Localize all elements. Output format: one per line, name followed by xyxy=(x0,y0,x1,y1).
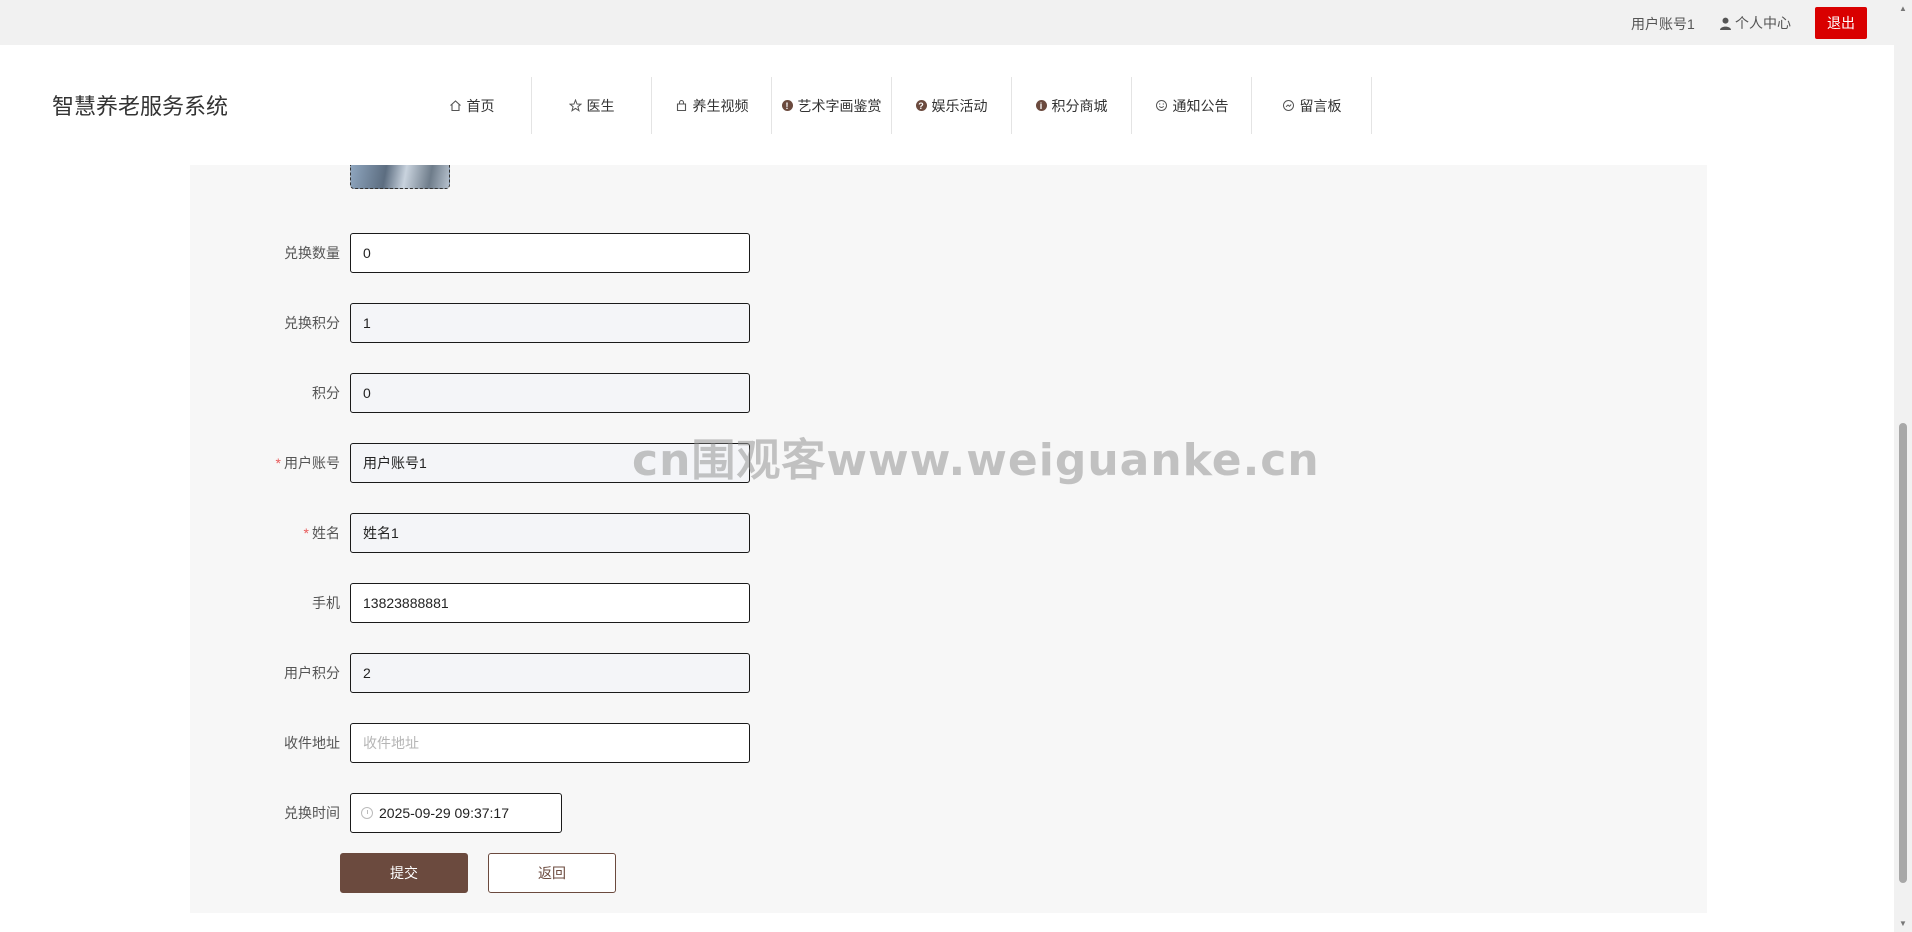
form-row-exchange-points: 兑换积分 xyxy=(190,303,790,343)
profile-link-label: 个人中心 xyxy=(1735,15,1791,31)
name-label-text: 姓名 xyxy=(312,525,340,541)
logout-button[interactable]: 退出 xyxy=(1815,7,1867,39)
exchange-points-label: 兑换积分 xyxy=(284,315,340,331)
form-row-account: * 用户账号 xyxy=(190,443,790,483)
question-dot-icon: ? xyxy=(915,100,927,111)
site-title: 智慧养老服务系统 xyxy=(52,94,229,119)
nav-item-doctor[interactable]: 医生 xyxy=(532,77,652,134)
current-user-name: 用户账号1 xyxy=(1631,16,1695,32)
info-dot-icon: ! xyxy=(781,100,793,111)
smile-icon xyxy=(1155,100,1167,111)
user-points-input[interactable] xyxy=(350,653,750,693)
exchange-qty-input[interactable] xyxy=(350,233,750,273)
nav-item-art-appreciation[interactable]: ! 艺术字画鉴赏 xyxy=(772,77,892,134)
nav-item-label: 娱乐活动 xyxy=(931,97,988,114)
exchange-time-label: 兑换时间 xyxy=(284,805,340,821)
page-scrollbar[interactable]: ▲ ▼ xyxy=(1894,0,1912,932)
top-bar: 用户账号1 个人中心 退出 xyxy=(0,0,1894,45)
nav-item-points-mall[interactable]: i 积分商城 xyxy=(1012,77,1132,134)
points-label: 积分 xyxy=(312,385,340,401)
nav-item-label: 医生 xyxy=(586,97,615,114)
form-row-address: 收件地址 xyxy=(190,723,790,763)
form-row-exchange-qty: 兑换数量 xyxy=(190,233,790,273)
nav-item-label: 留言板 xyxy=(1299,97,1342,114)
nav-item-home[interactable]: 首页 xyxy=(412,77,532,134)
name-label: * 姓名 xyxy=(304,513,340,553)
nav-item-notice[interactable]: 通知公告 xyxy=(1132,77,1252,134)
scroll-thumb[interactable] xyxy=(1899,423,1907,883)
back-button[interactable]: 返回 xyxy=(488,853,616,893)
comment-icon xyxy=(1282,100,1294,111)
account-label: * 用户账号 xyxy=(276,443,340,483)
form-row-points: 积分 xyxy=(190,373,790,413)
form-row-exchange-time: 兑换时间 2025-09-29 09:37:17 xyxy=(190,793,790,833)
user-icon xyxy=(1720,17,1731,30)
nav-item-entertainment[interactable]: ? 娱乐活动 xyxy=(892,77,1012,134)
star-icon xyxy=(568,99,582,112)
form-row-phone: 手机 xyxy=(190,583,790,623)
user-points-label: 用户积分 xyxy=(284,665,340,681)
header: 智慧养老服务系统 首页 医生 养生视频 ! 艺术字画鉴赏 ? 娱乐活动 i 积分… xyxy=(0,45,1894,165)
form-row-user-points: 用户积分 xyxy=(190,653,790,693)
main-nav: 首页 医生 养生视频 ! 艺术字画鉴赏 ? 娱乐活动 i 积分商城 通知公告 留… xyxy=(412,77,1372,134)
product-image-preview[interactable] xyxy=(350,165,450,189)
profile-link[interactable]: 个人中心 xyxy=(1719,13,1791,33)
points-input[interactable] xyxy=(350,373,750,413)
nav-item-label: 通知公告 xyxy=(1172,97,1229,114)
exchange-points-input[interactable] xyxy=(350,303,750,343)
clock-icon xyxy=(361,807,373,819)
account-input[interactable] xyxy=(350,443,750,483)
scroll-down-arrow-icon[interactable]: ▼ xyxy=(1894,915,1912,932)
nav-item-label: 养生视频 xyxy=(692,97,749,114)
scroll-up-arrow-icon[interactable]: ▲ xyxy=(1894,0,1912,17)
phone-label: 手机 xyxy=(312,595,340,611)
name-input[interactable] xyxy=(350,513,750,553)
address-label: 收件地址 xyxy=(284,735,340,751)
required-mark: * xyxy=(275,455,281,471)
bag-icon xyxy=(676,99,686,112)
required-mark: * xyxy=(303,525,309,541)
account-label-text: 用户账号 xyxy=(284,455,340,471)
nav-item-label: 积分商城 xyxy=(1051,97,1108,114)
exchange-time-picker[interactable]: 2025-09-29 09:37:17 xyxy=(350,793,562,833)
submit-button[interactable]: 提交 xyxy=(340,853,468,893)
nav-item-message-board[interactable]: 留言板 xyxy=(1252,77,1372,134)
exchange-time-value: 2025-09-29 09:37:17 xyxy=(379,805,509,821)
nav-item-label: 艺术字画鉴赏 xyxy=(797,97,882,114)
exchange-qty-label: 兑换数量 xyxy=(284,245,340,261)
form-row-name: * 姓名 xyxy=(190,513,790,553)
home-icon xyxy=(449,100,461,112)
nav-item-label: 首页 xyxy=(466,97,495,114)
phone-input[interactable] xyxy=(350,583,750,623)
nav-item-health-video[interactable]: 养生视频 xyxy=(652,77,772,134)
address-input[interactable] xyxy=(350,723,750,763)
info-dot-icon: i xyxy=(1035,100,1047,111)
